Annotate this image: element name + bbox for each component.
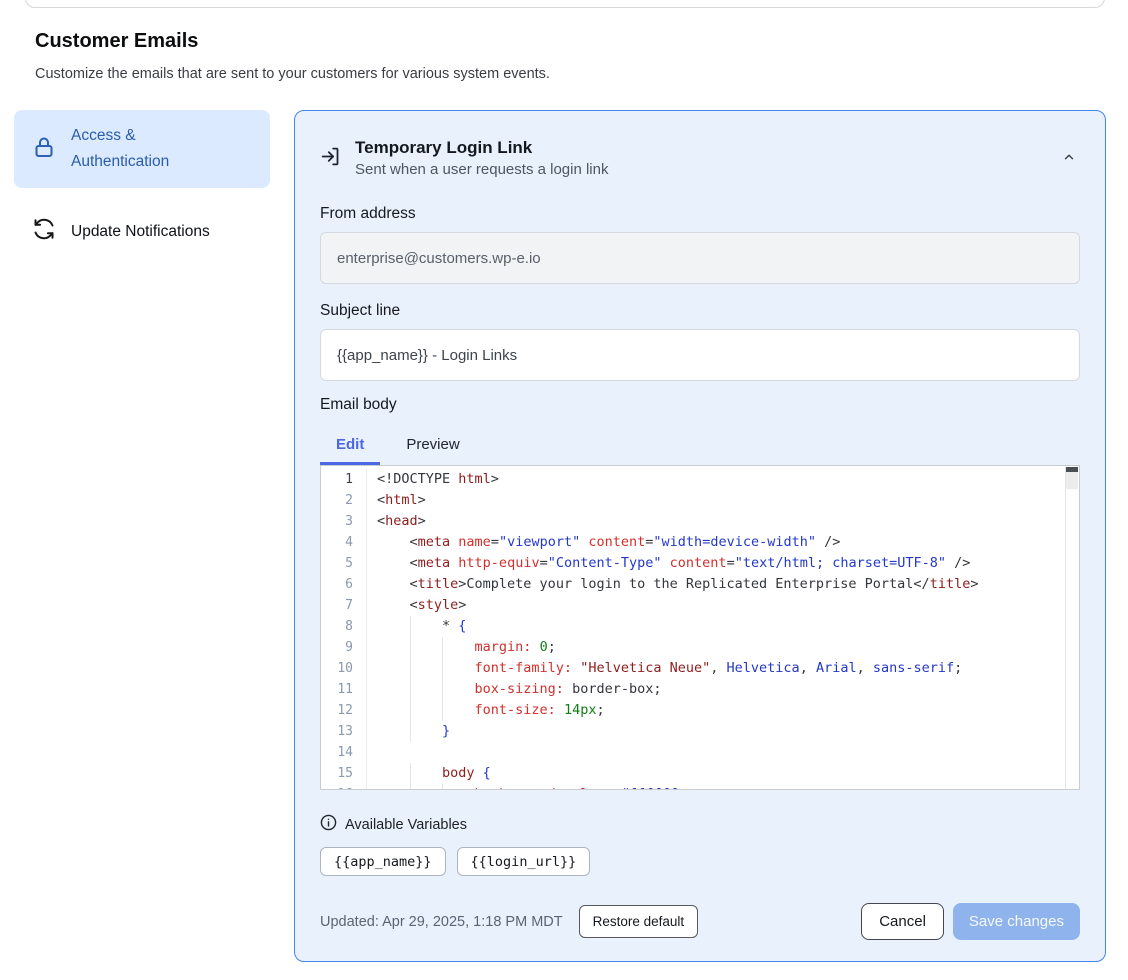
code-line: 7<style>	[321, 595, 1079, 616]
info-icon	[320, 814, 337, 836]
code-line-content: <!DOCTYPE html>	[367, 469, 1079, 490]
subject-line-input[interactable]	[320, 329, 1080, 381]
code-line-content: <title>Complete your login to the Replic…	[367, 574, 1079, 595]
line-number: 13	[321, 721, 367, 742]
line-number: 12	[321, 700, 367, 721]
panel-header: Temporary Login Link Sent when a user re…	[320, 136, 1080, 181]
code-line-content: background-color: #ffffff;	[367, 784, 1079, 790]
line-number: 4	[321, 532, 367, 553]
variable-chip[interactable]: {{login_url}}	[457, 847, 591, 876]
code-line-content: font-size: 14px;	[367, 700, 1079, 721]
code-line-content: * {	[367, 616, 1079, 637]
code-line: 12font-size: 14px;	[321, 700, 1079, 721]
code-lines: 1<!DOCTYPE html>2<html>3<head>4<meta nam…	[321, 469, 1079, 790]
available-variables-row: Available Variables	[320, 814, 1080, 836]
sidebar-item-label: Access & Authentication	[71, 123, 211, 175]
page-subtitle: Customize the emails that are sent to yo…	[35, 66, 550, 82]
code-line-content: margin: 0;	[367, 637, 1079, 658]
line-number: 15	[321, 763, 367, 784]
subject-line-label: Subject line	[320, 302, 1080, 320]
line-number: 11	[321, 679, 367, 700]
restore-default-button[interactable]: Restore default	[579, 905, 699, 938]
email-types-sidebar: Access & Authentication Update Notificati…	[14, 110, 270, 275]
save-changes-button[interactable]: Save changes	[953, 903, 1080, 940]
code-line-content: <html>	[367, 490, 1079, 511]
line-number: 8	[321, 616, 367, 637]
panel-header-text: Temporary Login Link Sent when a user re…	[355, 136, 608, 181]
sidebar-item-update-notifications[interactable]: Update Notifications	[14, 204, 270, 259]
lock-icon	[32, 135, 56, 164]
tab-edit[interactable]: Edit	[320, 424, 380, 465]
panel-footer: Updated: Apr 29, 2025, 1:18 PM MDT Resto…	[320, 903, 1080, 940]
code-line-content: <meta name="viewport" content="width=dev…	[367, 532, 1079, 553]
code-line-content	[367, 742, 1079, 763]
code-line: 16background-color: #ffffff;	[321, 784, 1079, 790]
collapse-panel-button[interactable]	[1058, 146, 1080, 171]
variable-chip[interactable]: {{app_name}}	[320, 847, 446, 876]
line-number: 2	[321, 490, 367, 511]
code-line-content: <head>	[367, 511, 1079, 532]
code-line-content: <meta http-equiv="Content-Type" content=…	[367, 553, 1079, 574]
code-line: 11box-sizing: border-box;	[321, 679, 1079, 700]
page-title: Customer Emails	[35, 30, 198, 53]
code-line: 9margin: 0;	[321, 637, 1079, 658]
panel-title: Temporary Login Link	[355, 136, 608, 159]
sidebar-item-label: Update Notifications	[71, 219, 210, 245]
line-number: 5	[321, 553, 367, 574]
email-body-code-editor[interactable]: 1<!DOCTYPE html>2<html>3<head>4<meta nam…	[320, 465, 1080, 790]
code-line: 10font-family: "Helvetica Neue", Helveti…	[321, 658, 1079, 679]
code-line-content: font-family: "Helvetica Neue", Helvetica…	[367, 658, 1079, 679]
temporary-login-link-panel: Temporary Login Link Sent when a user re…	[294, 110, 1106, 962]
code-line: 14	[321, 742, 1079, 763]
code-line-content: body {	[367, 763, 1079, 784]
panel-subtitle: Sent when a user requests a login link	[355, 159, 608, 181]
updated-timestamp: Updated: Apr 29, 2025, 1:18 PM MDT	[320, 914, 563, 930]
email-body-label: Email body	[320, 396, 1080, 414]
chevron-up-icon	[1062, 152, 1076, 167]
customer-emails-page: Customer Emails Customize the emails tha…	[0, 0, 1128, 980]
sidebar-item-access-authentication[interactable]: Access & Authentication	[14, 110, 270, 188]
login-icon	[320, 146, 341, 172]
previous-card-bottom-edge	[25, 0, 1105, 8]
line-number: 7	[321, 595, 367, 616]
line-number: 14	[321, 742, 367, 763]
editor-scrollbar-track-shade	[1066, 472, 1078, 489]
code-line: 1<!DOCTYPE html>	[321, 469, 1079, 490]
code-line: 15body {	[321, 763, 1079, 784]
code-line: 2<html>	[321, 490, 1079, 511]
email-body-tabs: EditPreview	[320, 424, 1080, 465]
line-number: 3	[321, 511, 367, 532]
line-number: 6	[321, 574, 367, 595]
code-line: 3<head>	[321, 511, 1079, 532]
from-address-input[interactable]	[320, 232, 1080, 284]
code-line-content: box-sizing: border-box;	[367, 679, 1079, 700]
line-number: 16	[321, 784, 367, 790]
code-line-content: }	[367, 721, 1079, 742]
code-line-content: <style>	[367, 595, 1079, 616]
from-address-label: From address	[320, 205, 1080, 223]
line-number: 10	[321, 658, 367, 679]
code-line: 8* {	[321, 616, 1079, 637]
code-line: 6<title>Complete your login to the Repli…	[321, 574, 1079, 595]
available-variables-label: Available Variables	[345, 817, 467, 833]
code-line: 13}	[321, 721, 1079, 742]
variable-chips: {{app_name}} {{login_url}}	[320, 847, 1080, 876]
tab-preview[interactable]: Preview	[388, 424, 477, 465]
refresh-icon	[32, 217, 56, 246]
line-number: 1	[321, 469, 367, 490]
line-number: 9	[321, 637, 367, 658]
cancel-button[interactable]: Cancel	[861, 903, 944, 940]
code-line: 5<meta http-equiv="Content-Type" content…	[321, 553, 1079, 574]
code-line: 4<meta name="viewport" content="width=de…	[321, 532, 1079, 553]
editor-scrollbar[interactable]	[1065, 466, 1079, 789]
